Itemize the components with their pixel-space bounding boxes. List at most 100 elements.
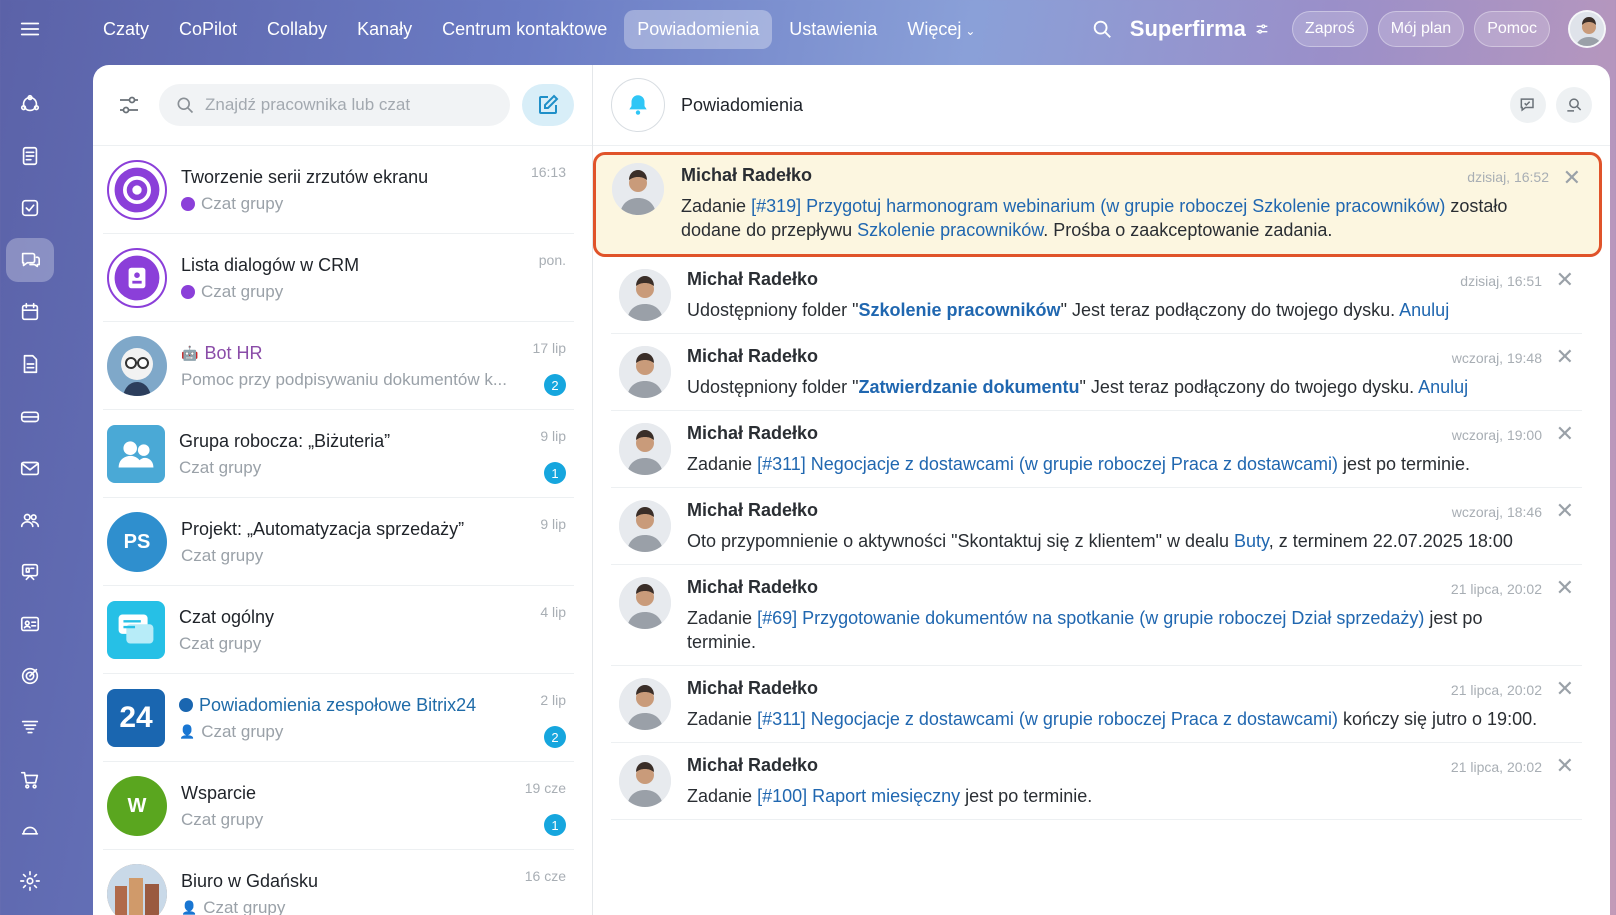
messenger-icon[interactable]: [6, 238, 54, 282]
board-icon[interactable]: [6, 550, 54, 594]
notification-author: Michał Radełko: [687, 577, 819, 597]
drive-icon[interactable]: [6, 394, 54, 438]
menu-icon[interactable]: [19, 18, 41, 40]
notification-author: Michał Radełko: [687, 500, 819, 520]
search-history-icon[interactable]: [1556, 87, 1592, 123]
chat-notification-settings-icon[interactable]: [1510, 87, 1546, 123]
search-input[interactable]: [205, 95, 494, 115]
nav-more[interactable]: Więcej ⌄: [894, 10, 988, 49]
unread-badge: 1: [544, 814, 566, 836]
close-icon[interactable]: ✕: [1556, 267, 1574, 293]
close-icon[interactable]: ✕: [1556, 421, 1574, 447]
chat-item[interactable]: Tworzenie serii zrzutów ekranu Czat grup…: [93, 146, 592, 234]
nav-settings[interactable]: Ustawienia: [776, 10, 890, 49]
task-link[interactable]: [#311] Negocjacje z dostawcami (w grupie…: [757, 454, 1338, 474]
settings-gear-icon[interactable]: [6, 859, 54, 903]
notification-item[interactable]: Michał Radełko 21 lipca, 20:02 ✕ Zadanie…: [601, 743, 1592, 820]
nav-contact-center[interactable]: Centrum kontaktowe: [429, 10, 620, 49]
close-icon[interactable]: ✕: [1556, 344, 1574, 370]
notification-item-highlighted[interactable]: Michał Radełko dzisiaj, 16:52 ✕ Zadanie …: [593, 152, 1602, 257]
chat-name: Czat ogólny: [179, 606, 275, 627]
feed-icon[interactable]: [6, 134, 54, 178]
deal-link[interactable]: Buty: [1234, 531, 1269, 551]
chat-time: 16:13: [530, 164, 566, 180]
user-avatar[interactable]: [1568, 10, 1606, 48]
task-link[interactable]: [#319] Przygotuj harmonogram webinarium …: [751, 196, 1445, 216]
filter-icon[interactable]: [111, 87, 147, 123]
chat-name: Bot HR: [204, 342, 263, 363]
cancel-link[interactable]: Anuluj: [1418, 377, 1468, 397]
text: Zadanie: [687, 454, 758, 474]
text: Udostępniony folder ": [687, 377, 859, 397]
nav-channels[interactable]: Kanały: [344, 10, 425, 49]
bell-icon: [611, 78, 665, 132]
contacts-icon[interactable]: [6, 602, 54, 646]
author-avatar: [619, 346, 671, 398]
chat-subtitle: Czat grupy: [203, 897, 286, 915]
mail-icon[interactable]: [6, 446, 54, 490]
close-icon[interactable]: ✕: [1563, 165, 1581, 191]
chat-item[interactable]: PS Projekt: „Automatyzacja sprzedaży” Cz…: [93, 498, 592, 586]
notifications-panel: Powiadomienia Michał Radełko dzisiaj, 16…: [593, 65, 1610, 915]
activity-stream-icon[interactable]: [6, 82, 54, 126]
support-avatar: W: [107, 776, 167, 836]
close-icon[interactable]: ✕: [1556, 575, 1574, 601]
invite-button[interactable]: Zaproś: [1291, 11, 1368, 47]
notification-time: wczoraj, 19:00: [1451, 427, 1542, 443]
chat-item[interactable]: Biuro w Gdańsku 👤 Czat grupy 16 cze: [93, 850, 592, 915]
nav-copilot[interactable]: CoPilot: [166, 10, 250, 49]
notification-time: 21 lipca, 20:02: [1450, 581, 1542, 597]
calendar-icon[interactable]: [6, 290, 54, 334]
task-link[interactable]: [#311] Negocjacje z dostawcami (w grupie…: [757, 709, 1338, 729]
chat-name: Powiadomienia zespołowe Bitrix24: [199, 694, 477, 715]
cancel-link[interactable]: Anuluj: [1399, 300, 1449, 320]
notification-time: 21 lipca, 20:02: [1450, 759, 1542, 775]
author-avatar: [612, 163, 664, 215]
nav-notifications[interactable]: Powiadomienia: [624, 9, 773, 49]
documents-icon[interactable]: [6, 342, 54, 386]
notification-item[interactable]: Michał Radełko wczoraj, 19:00 ✕ Zadanie …: [601, 411, 1592, 488]
bitrix24-avatar: 24: [107, 689, 165, 747]
person-icon: 👤: [181, 899, 198, 915]
new-chat-button[interactable]: [522, 84, 574, 126]
notification-item[interactable]: Michał Radełko 21 lipca, 20:02 ✕ Zadanie…: [601, 666, 1592, 743]
chat-item[interactable]: Lista dialogów w CRM Czat grupy pon.: [93, 234, 592, 322]
close-icon[interactable]: ✕: [1556, 498, 1574, 524]
nav-chats[interactable]: Czaty: [90, 10, 162, 49]
nav-collaby[interactable]: Collaby: [254, 10, 340, 49]
notification-item[interactable]: Michał Radełko dzisiaj, 16:51 ✕ Udostępn…: [601, 257, 1592, 334]
tasks-icon[interactable]: [6, 186, 54, 230]
chat-item[interactable]: W Wsparcie Czat grupy 19 cze 1: [93, 762, 592, 850]
task-link[interactable]: [#100] Raport miesięczny: [757, 786, 960, 806]
search-icon[interactable]: [1084, 11, 1120, 47]
chat-item[interactable]: Czat ogólny Czat grupy 4 lip: [93, 586, 592, 674]
author-avatar: [619, 755, 671, 807]
notifications-header: Powiadomienia: [593, 65, 1610, 146]
notification-item[interactable]: Michał Radełko wczoraj, 19:48 ✕ Udostępn…: [601, 334, 1592, 411]
help-button[interactable]: Pomoc: [1474, 11, 1550, 47]
chat-item[interactable]: 24 Powiadomienia zespołowe Bitrix24 👤 Cza…: [93, 674, 592, 762]
close-icon[interactable]: ✕: [1556, 676, 1574, 702]
search-box[interactable]: [159, 84, 510, 126]
close-icon[interactable]: ✕: [1556, 753, 1574, 779]
shop-cart-icon[interactable]: [6, 758, 54, 802]
notification-item[interactable]: Michał Radełko 21 lipca, 20:02 ✕ Zadanie…: [601, 565, 1592, 666]
main-panel: Tworzenie serii zrzutów ekranu Czat grup…: [93, 65, 1610, 915]
my-plan-button[interactable]: Mój plan: [1377, 11, 1465, 47]
chat-item[interactable]: Grupa robocza: „Biżuteria” Czat grupy 9 …: [93, 410, 592, 498]
chat-item[interactable]: 🤖 Bot HR Pomoc przy podpisywaniu dokument…: [93, 322, 592, 410]
sales-funnel-icon[interactable]: [6, 706, 54, 750]
employees-icon[interactable]: [6, 498, 54, 542]
folder-link[interactable]: Szkolenie pracowników: [859, 300, 1061, 320]
text: Udostępniony folder ": [687, 300, 859, 320]
notification-item[interactable]: Michał Radełko wczoraj, 18:46 ✕ Oto przy…: [601, 488, 1592, 565]
company-name[interactable]: Superfirma: [1130, 16, 1270, 42]
task-link[interactable]: [#69] Przygotowanie dokumentów na spotka…: [757, 608, 1424, 628]
notification-time: 21 lipca, 20:02: [1450, 682, 1542, 698]
crm-icon[interactable]: [6, 654, 54, 698]
person-icon: 👤: [179, 723, 196, 739]
flow-link[interactable]: Szkolenie pracowników: [857, 220, 1043, 240]
folder-link[interactable]: Zatwierdzanie dokumentu: [859, 377, 1080, 397]
more-apps-icon[interactable]: [6, 810, 54, 854]
chat-time: 9 lip: [540, 428, 566, 444]
